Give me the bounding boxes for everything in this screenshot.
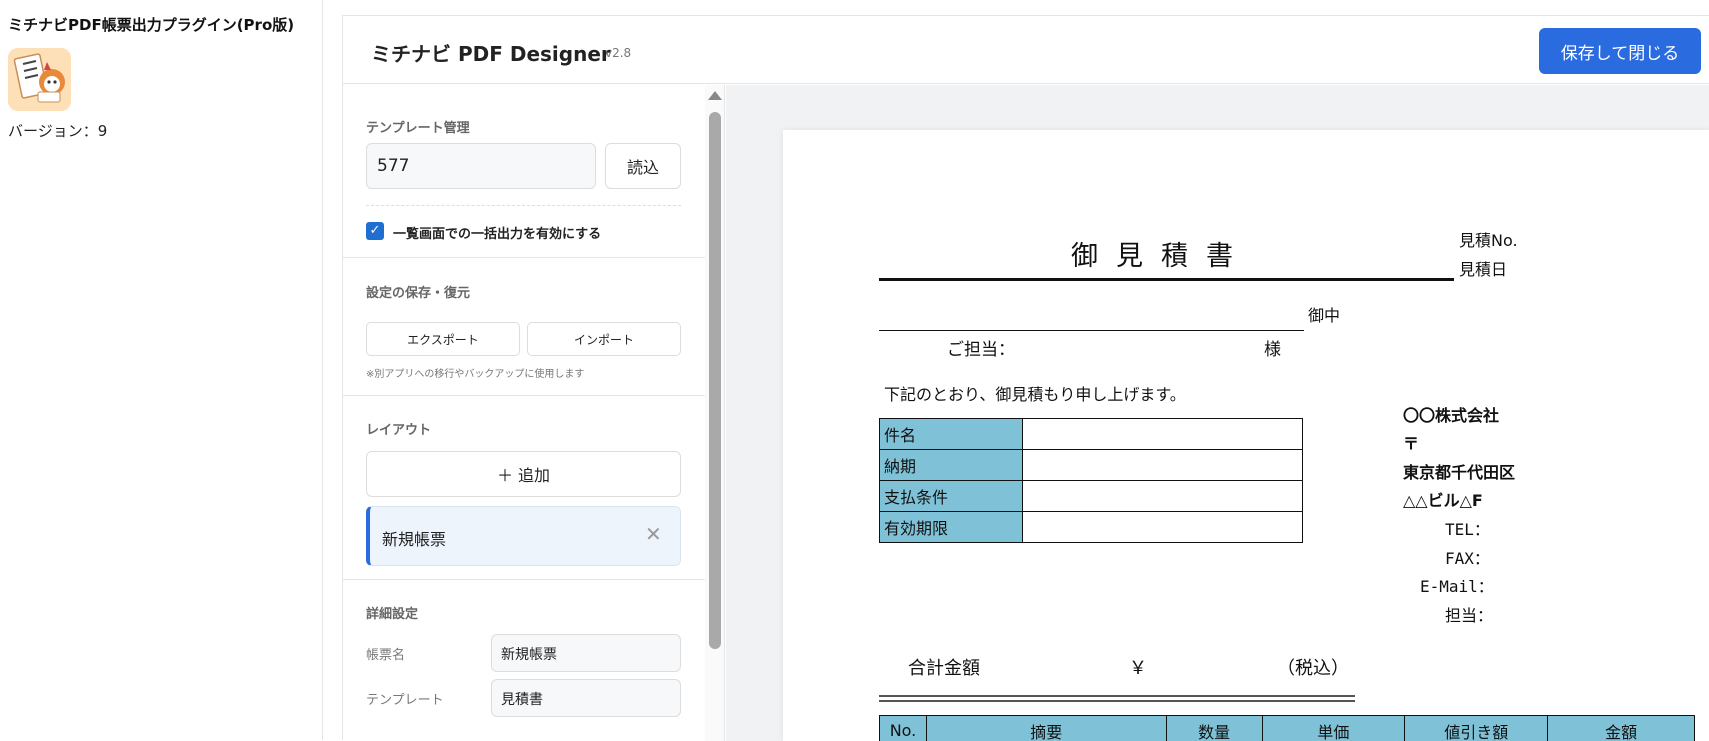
app-version: v2.8 xyxy=(605,46,631,60)
load-button[interactable]: 読込 xyxy=(605,143,681,189)
divider xyxy=(343,579,705,580)
tax-label: （税込） xyxy=(1277,654,1349,680)
company-fax: FAX： xyxy=(1445,545,1490,569)
add-layout-button[interactable]: ＋ 追加 xyxy=(366,451,681,497)
table-row: 有効期限 xyxy=(880,512,1303,543)
yen-symbol: ￥ xyxy=(1129,654,1147,680)
column-header: 値引き額 xyxy=(1405,716,1548,741)
items-table: No. 摘要 数量 単価 値引き額 金額 xyxy=(879,715,1695,741)
form-name-label: 帳票名 xyxy=(366,644,405,663)
template-section-title: テンプレート管理 xyxy=(366,117,470,136)
company-person: 担当： xyxy=(1445,602,1493,626)
company-email: E-Mail： xyxy=(1420,573,1494,597)
template-select[interactable]: 見積書 xyxy=(491,679,681,717)
intro-text: 下記のとおり、御見積もり申し上げます。 xyxy=(884,381,1186,405)
layout-item-label: 新規帳票 xyxy=(382,526,446,550)
app-title: ミチナビ PDF Designer xyxy=(371,38,611,67)
divider xyxy=(343,257,705,258)
total-label: 合計金額 xyxy=(908,654,980,680)
sama-label: 様 xyxy=(1264,335,1281,360)
info-label: 納期 xyxy=(880,450,1023,481)
divider xyxy=(879,695,1355,697)
form-name-input[interactable]: 新規帳票 xyxy=(491,634,681,672)
scroll-up-icon[interactable] xyxy=(708,91,722,100)
info-label: 支払条件 xyxy=(880,481,1023,512)
info-table: 件名 納期 支払条件 有効期限 xyxy=(879,418,1303,543)
column-header: 金額 xyxy=(1548,716,1695,741)
table-row: 支払条件 xyxy=(880,481,1303,512)
divider xyxy=(366,205,681,206)
plugin-version: バージョン：9 xyxy=(8,120,107,141)
info-value xyxy=(1023,450,1303,481)
divider xyxy=(879,700,1355,702)
estimate-no-label: 見積No. xyxy=(1459,227,1518,251)
plugin-title: ミチナビPDF帳票出力プラグイン(Pro版) xyxy=(8,14,294,35)
table-row: 件名 xyxy=(880,419,1303,450)
doc-title: 御見積書 xyxy=(1071,234,1251,273)
layout-item[interactable]: 新規帳票 ✕ xyxy=(366,506,681,566)
save-and-close-button[interactable]: 保存して閉じる xyxy=(1539,28,1701,74)
divider xyxy=(343,395,705,396)
company-address2: △△ビル△F xyxy=(1403,487,1483,511)
close-icon[interactable]: ✕ xyxy=(645,522,662,546)
designer-header: ミチナビ PDF Designer v2.8 保存して閉じる xyxy=(343,16,1709,84)
scrollbar-thumb[interactable] xyxy=(709,112,721,649)
column-header: No. xyxy=(880,716,927,741)
column-header: 単価 xyxy=(1262,716,1405,741)
backup-section-title: 設定の保存・復元 xyxy=(366,282,470,301)
plugin-icon xyxy=(8,48,71,111)
detail-section-title: 詳細設定 xyxy=(366,603,418,622)
divider xyxy=(879,330,1304,331)
preview-canvas: 御見積書 見積No. 見積日 御中 ご担当： 様 下記のとおり、御見積もり申し上… xyxy=(726,85,1709,741)
template-id-input[interactable]: 577 xyxy=(366,143,596,189)
company-tel: TEL： xyxy=(1445,516,1490,540)
import-button[interactable]: インポート xyxy=(527,322,681,356)
onchu-label: 御中 xyxy=(1308,302,1340,326)
info-label: 件名 xyxy=(880,419,1023,450)
estimate-date-label: 見積日 xyxy=(1459,256,1507,280)
company-postal: 〒 xyxy=(1403,430,1419,454)
info-value xyxy=(1023,512,1303,543)
bulk-output-label: 一覧画面での一括出力を有効にする xyxy=(393,223,601,242)
info-value xyxy=(1023,481,1303,512)
company-address1: 東京都千代田区 xyxy=(1403,459,1515,483)
divider xyxy=(879,278,1454,281)
info-value xyxy=(1023,419,1303,450)
export-button[interactable]: エクスポート xyxy=(366,322,520,356)
company-name: 〇〇株式会社 xyxy=(1403,402,1499,426)
table-row: 納期 xyxy=(880,450,1303,481)
tanto-label: ご担当： xyxy=(947,335,1015,360)
pdf-page: 御見積書 見積No. 見積日 御中 ご担当： 様 下記のとおり、御見積もり申し上… xyxy=(783,130,1709,741)
bulk-output-checkbox[interactable]: ✓ xyxy=(366,222,384,240)
column-header: 摘要 xyxy=(926,716,1166,741)
backup-note: ※別アプリへの移行やバックアップに使用します xyxy=(366,365,584,380)
info-label: 有効期限 xyxy=(880,512,1023,543)
template-label: テンプレート xyxy=(366,689,444,708)
pdf-designer: ミチナビ PDF Designer v2.8 保存して閉じる テンプレート管理 … xyxy=(342,15,1709,740)
column-header: 数量 xyxy=(1166,716,1262,741)
plugin-info-pane: ミチナビPDF帳票出力プラグイン(Pro版) バージョン：9 xyxy=(0,0,323,740)
table-header-row: No. 摘要 数量 単価 値引き額 金額 xyxy=(880,716,1695,741)
settings-panel: テンプレート管理 577 読込 ✓ 一覧画面での一括出力を有効にする 設定の保存… xyxy=(343,85,725,741)
layout-section-title: レイアウト xyxy=(366,419,431,438)
